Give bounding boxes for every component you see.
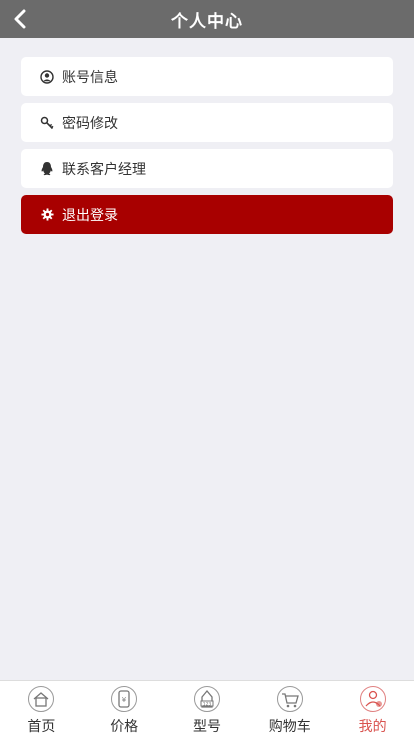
menu-item-account-info[interactable]: 账号信息 (21, 57, 393, 96)
bottom-tab-bar: 首页 ¥ 价格 123 型号 购物车 我的 (0, 680, 414, 736)
tab-price[interactable]: ¥ 价格 (83, 681, 166, 736)
page-title: 个人中心 (171, 11, 243, 32)
back-button[interactable] (8, 6, 32, 32)
logout-label: 退出登录 (62, 207, 118, 224)
tab-label: 型号 (192, 719, 221, 735)
qq-icon (39, 161, 55, 177)
menu-item-label: 账号信息 (62, 69, 118, 86)
menu-item-change-password[interactable]: 密码修改 (21, 103, 393, 142)
svg-text:¥: ¥ (122, 696, 127, 704)
tab-label: 价格 (110, 719, 139, 735)
tab-label: 购物车 (268, 719, 311, 735)
price-tag-icon: ¥ (109, 684, 139, 714)
tab-home[interactable]: 首页 (0, 681, 83, 736)
tab-mine[interactable]: 我的 (331, 681, 414, 736)
user-icon (358, 684, 388, 714)
account-menu: 账号信息 密码修改 联系客户经理 退出登录 (21, 57, 393, 241)
chevron-left-icon (14, 9, 26, 29)
cart-icon (275, 684, 305, 714)
home-icon (26, 684, 56, 714)
tab-cart[interactable]: 购物车 (248, 681, 331, 736)
menu-item-label: 联系客户经理 (62, 161, 146, 178)
tab-label: 首页 (27, 719, 56, 735)
key-icon (39, 115, 55, 131)
gear-icon (39, 207, 55, 223)
svg-text:123: 123 (203, 701, 212, 707)
user-circle-icon (39, 69, 55, 85)
menu-item-label: 密码修改 (62, 115, 118, 132)
model-tag-icon: 123 (192, 684, 222, 714)
logout-button[interactable]: 退出登录 (21, 195, 393, 234)
tab-label: 我的 (358, 719, 387, 735)
menu-item-contact-manager[interactable]: 联系客户经理 (21, 149, 393, 188)
tab-model[interactable]: 123 型号 (166, 681, 249, 736)
top-bar: 个人中心 (0, 0, 414, 38)
